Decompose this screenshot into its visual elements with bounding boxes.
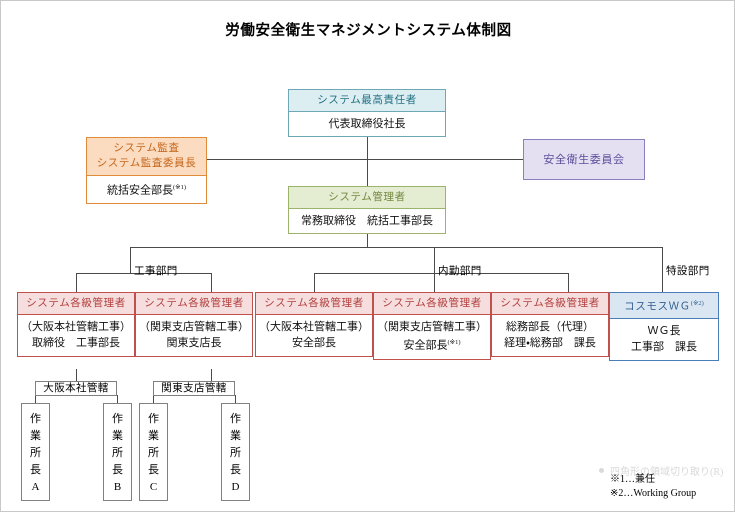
connector-division-bus (130, 247, 663, 248)
connector-mgr2-stem (211, 273, 212, 292)
footnote-marker-1: (※1) (172, 184, 187, 191)
site-d-char-3: 長 (230, 464, 241, 476)
site-b-char-3: 長 (112, 464, 123, 476)
connector-division-office-stem (434, 247, 435, 273)
box-chief-officer[interactable]: システム最高責任者 代表取締役社長 (288, 89, 446, 137)
box-site-manager-c[interactable]: 作 業 所 長 C (139, 403, 168, 501)
site-a-char-2: 所 (30, 447, 41, 459)
connector-division-construction-stem (130, 247, 131, 273)
box-cosmos-wg-header: コスモスＷＧ(※2) (610, 293, 718, 319)
box-manager-2-header: システム各級管理者 (136, 293, 252, 315)
site-c-char-2: 所 (148, 447, 159, 459)
site-b-char-1: 業 (112, 430, 123, 442)
site-b-char-0: 作 (112, 413, 123, 425)
box-manager-2-line1: （関東支店管轄工事） (139, 321, 249, 333)
box-manager-1-line1: （大阪本社管轄工事） (21, 321, 131, 333)
connector-mgr2-down (211, 369, 212, 381)
site-d-char-1: 業 (230, 430, 241, 442)
box-manager-3[interactable]: システム各級管理者 （大阪本社管轄工事） 安全部長 (255, 292, 373, 357)
site-d-char-2: 所 (230, 447, 241, 459)
connector-siteB-stem (117, 395, 118, 403)
box-system-manager[interactable]: システム管理者 常務取締役 統括工事部長 (288, 186, 446, 234)
box-manager-5[interactable]: システム各級管理者 総務部長（代理） 経理・総務部 課長 (491, 292, 609, 357)
connector-mgr5-stem (568, 273, 569, 292)
box-safety-health-committee-label: 安全衛生委員会 (543, 153, 625, 166)
box-manager-5-line1: 総務部長（代理） (506, 321, 594, 333)
box-cosmos-wg-line1: ＷＧ長 (647, 324, 681, 337)
box-site-manager-b[interactable]: 作 業 所 長 B (103, 403, 132, 501)
division-label-office: 内勤部門 (438, 266, 482, 277)
site-c-char-0: 作 (148, 413, 159, 425)
connector-division-special-stem (662, 247, 663, 292)
site-a-char-4: A (31, 481, 40, 493)
connector-mgr3-stem (314, 273, 315, 292)
site-b-char-2: 所 (112, 447, 123, 459)
box-manager-4-line2: 安全部長(※1) (403, 339, 461, 352)
division-label-special: 特設部門 (666, 266, 710, 277)
diagram-canvas: 労働安全衛生マネジメントシステム体制図 四角形の領域切り取り(R) システム最高… (0, 0, 735, 512)
site-c-char-3: 長 (148, 464, 159, 476)
box-site-manager-d[interactable]: 作 業 所 長 D (221, 403, 250, 501)
box-system-audit[interactable]: システム監査 システム監査委員長 統括安全部長(※1) (86, 137, 207, 204)
connector-mgr1-stem (76, 273, 77, 292)
box-manager-3-line1: （大阪本社管轄工事） (259, 321, 369, 333)
box-chief-officer-body: 代表取締役社長 (328, 118, 406, 130)
box-system-audit-header-line2: システム監査委員長 (96, 158, 197, 169)
box-safety-health-committee[interactable]: 安全衛生委員会 (523, 139, 645, 180)
footnote-marker-1: (※1) (447, 339, 461, 346)
site-group-label-osaka: 大阪本社管轄 (35, 381, 117, 396)
connector-mgr1-down (76, 369, 77, 381)
box-manager-1-line2: 取締役 工事部長 (32, 337, 120, 349)
connector-audit-to-trunk (207, 159, 368, 160)
footnote-1: ※1…兼任 (610, 474, 655, 485)
box-system-manager-header: システム管理者 (289, 187, 445, 209)
site-a-char-1: 業 (30, 430, 41, 442)
box-manager-1[interactable]: システム各級管理者 （大阪本社管轄工事） 取締役 工事部長 (17, 292, 135, 357)
connector-siteA-stem (35, 395, 36, 403)
site-a-char-3: 長 (30, 464, 41, 476)
site-c-char-4: C (149, 481, 158, 493)
box-system-audit-header-line1: システム監査 (113, 143, 180, 154)
box-system-manager-body: 常務取締役 統括工事部長 (301, 215, 433, 227)
box-site-manager-a[interactable]: 作 業 所 長 A (21, 403, 50, 501)
box-manager-3-header: システム各級管理者 (256, 293, 372, 315)
box-cosmos-wg-line2: 工事部 課長 (631, 340, 697, 353)
watermark-dot (599, 468, 604, 473)
box-manager-2-line2: 関東支店長 (166, 337, 222, 349)
site-d-char-4: D (231, 481, 240, 493)
connector-trunk-to-committee (367, 159, 523, 160)
site-a-char-0: 作 (30, 413, 41, 425)
box-manager-2[interactable]: システム各級管理者 （関東支店管轄工事） 関東支店長 (135, 292, 253, 357)
footnote-2: ※2…Working Group (610, 488, 697, 499)
box-manager-4[interactable]: システム各級管理者 （関東支店管轄工事） 安全部長(※1) (373, 292, 491, 360)
box-manager-4-header: システム各級管理者 (374, 293, 490, 315)
connector-siteD-stem (235, 395, 236, 403)
footnote-marker-2: (※2) (690, 300, 704, 307)
box-manager-5-header: システム各級管理者 (492, 293, 608, 315)
site-c-char-1: 業 (148, 430, 159, 442)
box-manager-1-header: システム各級管理者 (18, 293, 134, 315)
site-b-char-4: B (113, 481, 122, 493)
box-system-audit-body: 統括安全部長(※1) (106, 184, 187, 197)
box-manager-5-line2: 経理・総務部 課長 (504, 337, 596, 349)
site-group-label-kanto: 関東支店管轄 (153, 381, 235, 396)
box-manager-3-line2: 安全部長 (292, 337, 336, 349)
box-manager-4-line1: （関東支店管轄工事） (377, 321, 487, 333)
connector-siteC-stem (153, 395, 154, 403)
page-title: 労働安全衛生マネジメントシステム体制図 (225, 23, 512, 39)
connector-mgr4-stem (434, 273, 435, 292)
division-label-construction: 工事部門 (134, 266, 178, 277)
box-chief-officer-header: システム最高責任者 (289, 90, 445, 112)
box-cosmos-wg[interactable]: コスモスＷＧ(※2) ＷＧ長 工事部 課長 (609, 292, 719, 361)
site-d-char-0: 作 (230, 413, 241, 425)
